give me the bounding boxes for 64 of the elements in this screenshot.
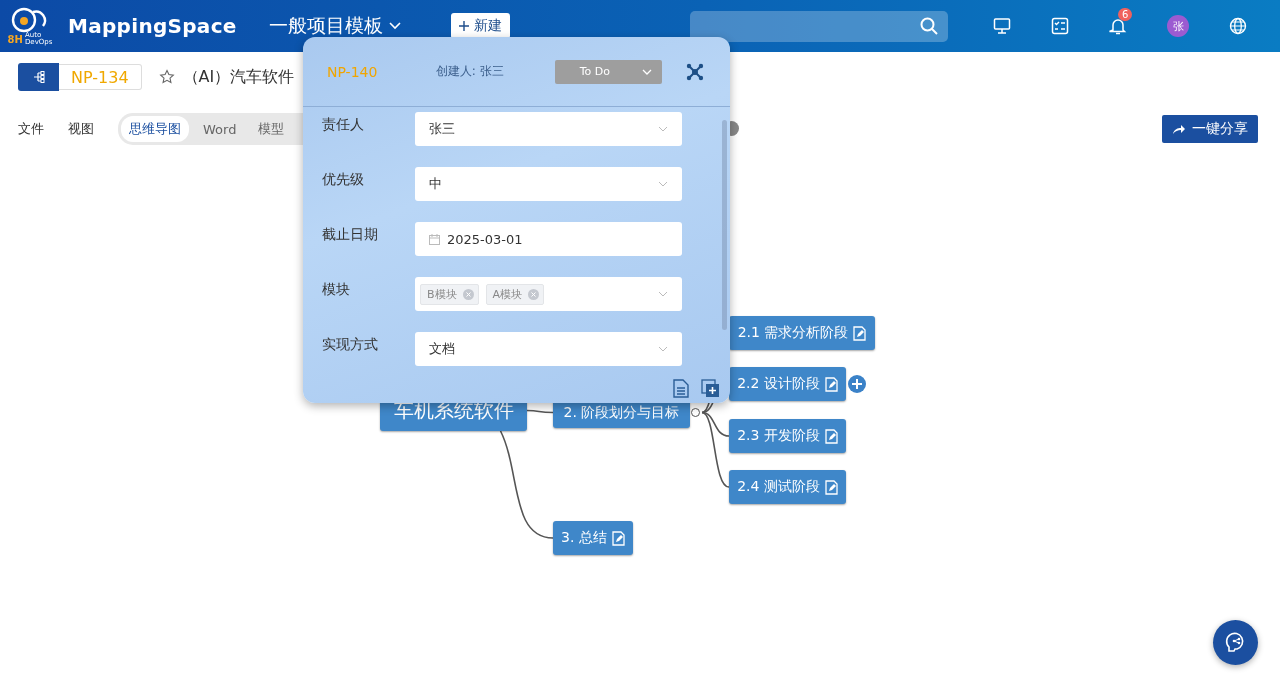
menu-item[interactable]: 视图 [68, 120, 94, 138]
field-label: 模块 [322, 280, 351, 299]
notification-badge: 6 [1118, 8, 1133, 21]
mindmap-node[interactable]: 2.3 开发阶段 [729, 419, 846, 453]
view-tab[interactable]: 思维导图 [121, 116, 189, 142]
share-button[interactable]: 一键分享 [1162, 115, 1258, 143]
document-id: NP-134 [59, 64, 142, 90]
document-icon[interactable] [673, 378, 689, 398]
document-title: （AI）汽车软件 [182, 66, 295, 88]
hierarchy-icon [31, 70, 46, 84]
chevron-down-icon [658, 346, 668, 352]
network-icon[interactable] [686, 62, 704, 81]
module-tag[interactable]: B模块 [420, 283, 479, 305]
monitor-icon[interactable] [993, 17, 1011, 35]
mindmap-node[interactable]: 2.4 测试阶段 [729, 470, 846, 504]
chevron-down-icon [658, 126, 668, 132]
search-icon[interactable] [920, 17, 938, 35]
checklist-icon[interactable] [1051, 17, 1069, 35]
calendar-icon [429, 233, 440, 245]
note-icon[interactable] [853, 325, 867, 341]
note-icon[interactable] [824, 428, 838, 444]
select-field[interactable]: 文档 [415, 332, 682, 366]
add-node-icon[interactable] [848, 375, 866, 393]
mindmap-node[interactable]: 3. 总结 [553, 521, 633, 555]
note-icon[interactable] [611, 530, 625, 546]
mindmap-node[interactable]: 2.2 设计阶段 [729, 367, 846, 401]
star-icon[interactable] [158, 69, 175, 85]
share-arrow-icon [1172, 123, 1186, 135]
status-dropdown[interactable]: To Do [555, 59, 663, 84]
chevron-down-icon[interactable] [388, 22, 401, 30]
field-label: 责任人 [322, 115, 365, 134]
field-label: 截止日期 [322, 225, 379, 244]
menu-item[interactable]: 文件 [18, 120, 44, 138]
chevron-down-icon [642, 68, 653, 75]
field-label: 优先级 [322, 170, 365, 189]
plus-icon [458, 21, 469, 31]
scrollbar[interactable] [722, 120, 727, 330]
search-field[interactable] [690, 10, 948, 42]
globe-icon[interactable] [1229, 17, 1247, 35]
add-copy-icon[interactable] [701, 378, 720, 398]
logo-icon [11, 6, 49, 34]
field-label: 实现方式 [322, 335, 379, 354]
note-icon[interactable] [824, 479, 838, 495]
project-dropdown[interactable]: 一般项目模板 [262, 12, 407, 40]
bell-icon[interactable] [1109, 17, 1127, 35]
mindmap-node[interactable]: 2.1 需求分析阶段 [729, 316, 875, 350]
view-tab[interactable]: 模型 [250, 116, 293, 142]
task-id: NP-140 [327, 63, 379, 80]
view-tab[interactable]: Word [195, 116, 245, 142]
date-field[interactable]: 2025-03-01 [415, 222, 682, 256]
creator-label: 创建人: 张三 [435, 63, 505, 80]
chevron-down-icon [658, 181, 668, 187]
mindmap-view-button[interactable] [18, 63, 59, 91]
collapse-toggle[interactable] [691, 407, 700, 417]
logo-text: 8H [7, 33, 23, 45]
brand-name: MappingSpace [68, 14, 237, 38]
note-icon[interactable] [824, 376, 838, 392]
new-button[interactable]: 新建 [450, 13, 510, 39]
select-field[interactable]: 中 [415, 167, 682, 201]
select-field[interactable]: 张三 [415, 112, 682, 146]
user-avatar[interactable]: 张 [1167, 15, 1189, 37]
assistant-button[interactable] [1213, 620, 1258, 665]
module-tag[interactable]: A模块 [485, 283, 545, 305]
connector-line [526, 409, 554, 414]
